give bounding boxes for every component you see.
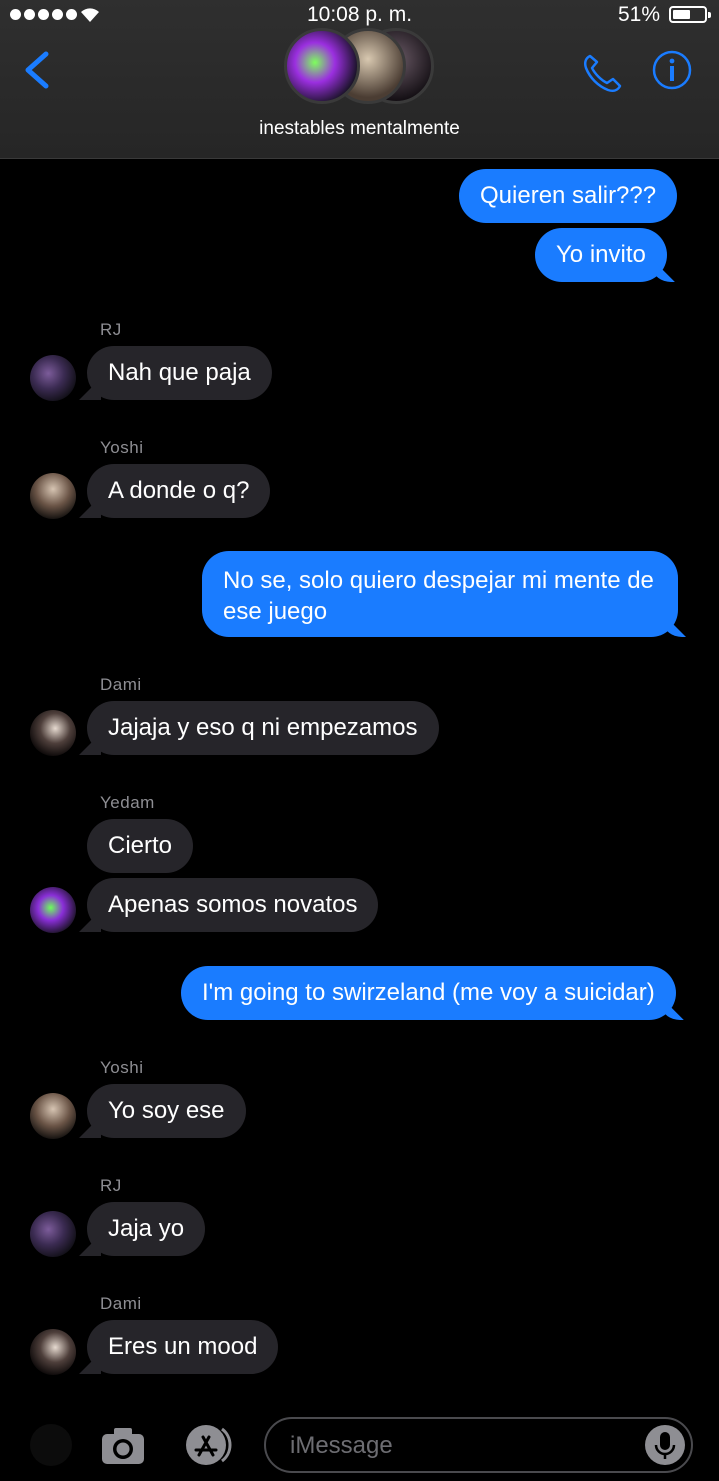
avatar[interactable]: [30, 1211, 76, 1257]
incoming-message[interactable]: Nah que paja: [87, 346, 272, 400]
incoming-message[interactable]: Yo soy ese: [87, 1084, 246, 1138]
composer-bar: [0, 1400, 719, 1481]
back-chevron-icon[interactable]: [20, 50, 54, 90]
microphone-button[interactable]: [645, 1425, 685, 1465]
phone-icon[interactable]: [580, 52, 624, 94]
avatar[interactable]: [30, 355, 76, 401]
avatar[interactable]: [30, 1329, 76, 1375]
message-list[interactable]: Quieren salir??? Yo invito RJ Nah que pa…: [0, 160, 719, 1400]
incoming-message[interactable]: Eres un mood: [87, 1320, 279, 1374]
incoming-message[interactable]: A donde o q?: [87, 464, 271, 518]
sender-name: RJ: [100, 320, 122, 339]
outgoing-message[interactable]: Quieren salir???: [459, 169, 678, 223]
sender-name: Dami: [100, 1294, 142, 1313]
sender-name: Yedam: [100, 793, 155, 812]
sender-name: RJ: [100, 1176, 122, 1195]
avatar[interactable]: [30, 710, 76, 756]
message-input[interactable]: [288, 1419, 632, 1473]
status-time: 10:08 p. m.: [306, 3, 413, 26]
group-avatars[interactable]: [280, 28, 440, 108]
sender-name: Yoshi: [100, 1058, 144, 1077]
battery-icon: [669, 6, 711, 23]
outgoing-message[interactable]: No se, solo quiero despejar mi mente de …: [202, 551, 678, 637]
group-name[interactable]: inestables mentalmente: [0, 118, 719, 140]
avatar[interactable]: [30, 887, 76, 933]
conversation-header: 10:08 p. m. 51% inestables mentalmente: [0, 0, 719, 159]
sender-name: Yoshi: [100, 438, 144, 457]
battery-percentage: 51%: [617, 3, 660, 26]
outgoing-message[interactable]: I'm going to swirzeland (me voy a suicid…: [181, 966, 676, 1020]
incoming-message[interactable]: Jaja yo: [87, 1202, 206, 1256]
sender-name: Dami: [100, 675, 142, 694]
camera-icon[interactable]: [100, 1424, 146, 1466]
status-bar: 10:08 p. m. 51%: [0, 0, 719, 30]
avatar[interactable]: [30, 1093, 76, 1139]
digital-touch-button[interactable]: [30, 1424, 72, 1466]
incoming-message[interactable]: Apenas somos novatos: [87, 878, 379, 932]
incoming-message[interactable]: Jajaja y eso q ni empezamos: [87, 701, 439, 755]
outgoing-message[interactable]: Yo invito: [535, 228, 667, 282]
microphone-icon: [654, 1432, 676, 1459]
message-field[interactable]: [264, 1417, 693, 1473]
incoming-message[interactable]: Cierto: [87, 819, 194, 873]
avatar[interactable]: [30, 473, 76, 519]
app-store-icon[interactable]: [180, 1424, 236, 1466]
group-avatar-1: [284, 28, 360, 104]
info-icon[interactable]: [652, 50, 692, 90]
